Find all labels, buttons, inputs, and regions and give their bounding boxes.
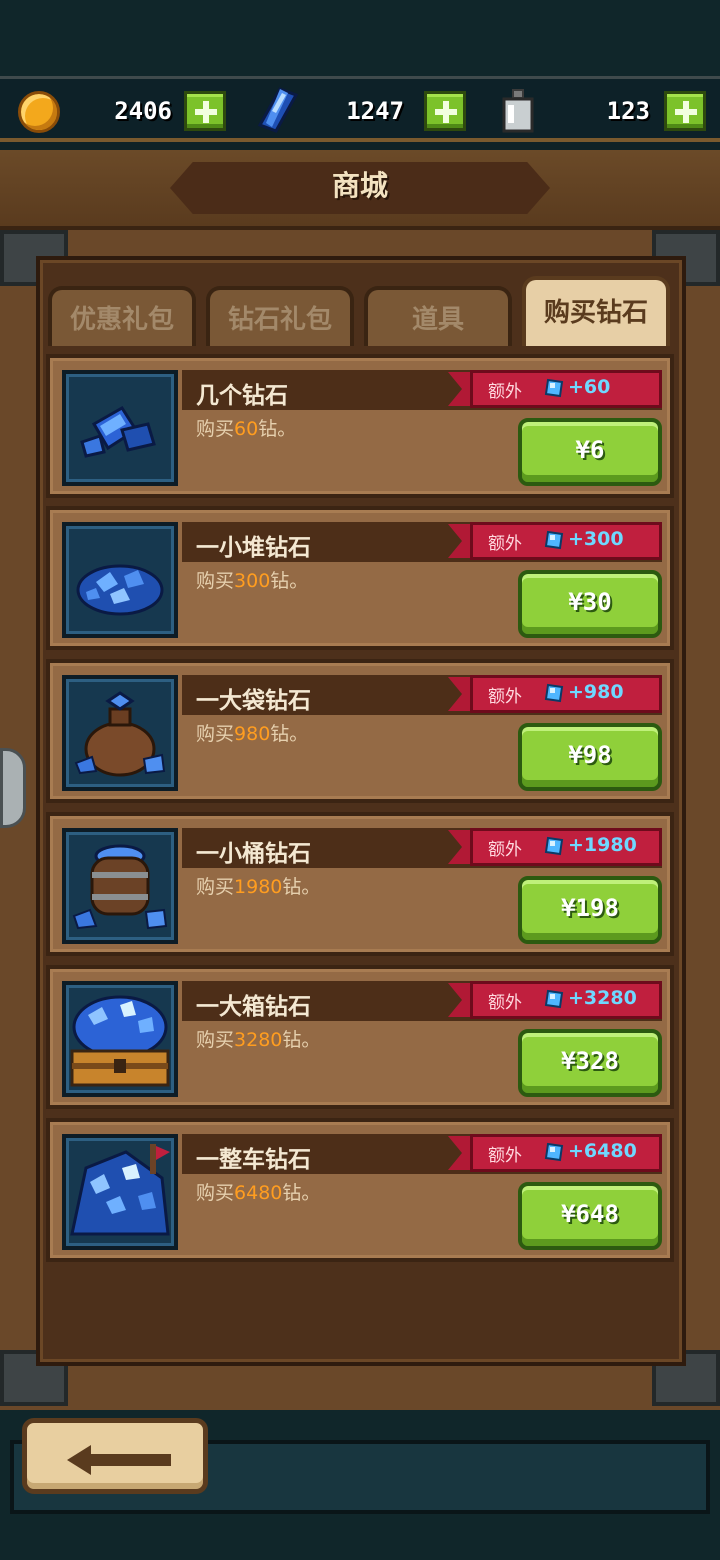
bonus-ribbon: 额外 +300 — [448, 522, 662, 560]
gem-icon — [544, 683, 564, 703]
bonus-value: +980 — [568, 681, 624, 703]
bottom-bar — [0, 1410, 720, 1560]
product-item: 几个钻石 购买60钻。 额外 +60 ¥6 — [46, 354, 674, 498]
gem-icon — [544, 836, 564, 856]
item-description: 购买6480钻。 — [196, 1182, 321, 1204]
bonus-value: +3280 — [568, 987, 637, 1009]
item-amount: 1980 — [234, 876, 283, 898]
buy-button[interactable]: ¥198 — [518, 876, 662, 944]
buy-button[interactable]: ¥30 — [518, 570, 662, 638]
bonus-label: 额外 — [488, 534, 522, 554]
item-amount: 300 — [234, 570, 271, 592]
potion-value: 123 — [606, 97, 650, 125]
gem-icon — [544, 989, 564, 1009]
diamond-pile-icon — [62, 522, 178, 638]
add-potions-button[interactable] — [664, 91, 706, 131]
item-amount: 6480 — [234, 1182, 283, 1204]
bonus-ribbon: 额外 +3280 — [448, 981, 662, 1019]
resource-bar: 2406 1247 123 — [0, 76, 720, 142]
page-title: 商城 — [331, 169, 388, 202]
bonus-value: +6480 — [568, 1140, 637, 1162]
bonus-label: 额外 — [488, 382, 522, 402]
bonus-label: 额外 — [488, 687, 522, 707]
bonus-label: 额外 — [488, 993, 522, 1013]
title-bar: 商城 — [0, 150, 720, 230]
diamond-barrel-icon — [62, 828, 178, 944]
item-description: 购买3280钻。 — [196, 1029, 321, 1051]
product-item: 一整车钻石 购买6480钻。 额外 +6480 ¥648 — [46, 1118, 674, 1262]
bonus-ribbon: 额外 +1980 — [448, 828, 662, 866]
bonus-value: +1980 — [568, 834, 637, 856]
item-description: 购买60钻。 — [196, 418, 297, 440]
buy-button[interactable]: ¥648 — [518, 1182, 662, 1250]
item-name: 一小桶钻石 — [196, 841, 311, 867]
item-name: 一整车钻石 — [196, 1147, 311, 1173]
tab-discount-packs[interactable]: 优惠礼包 — [48, 286, 196, 346]
bonus-ribbon: 额外 +6480 — [448, 1134, 662, 1172]
item-description: 购买980钻。 — [196, 723, 309, 745]
buy-button[interactable]: ¥98 — [518, 723, 662, 791]
buy-button[interactable]: ¥328 — [518, 1029, 662, 1097]
side-decoration — [0, 748, 26, 828]
item-amount: 980 — [234, 723, 271, 745]
product-item: 一大袋钻石 购买980钻。 额外 +980 ¥98 — [46, 659, 674, 803]
back-button[interactable] — [22, 1418, 208, 1494]
bonus-value: +300 — [568, 528, 624, 550]
item-amount: 60 — [234, 418, 259, 440]
top-background — [0, 0, 720, 78]
tab-diamond-packs[interactable]: 钻石礼包 — [206, 286, 354, 346]
bonus-ribbon: 额外 +60 — [448, 370, 662, 408]
item-amount: 3280 — [234, 1029, 283, 1051]
potion-bottle-icon — [502, 89, 534, 133]
potion-counter: 123 — [0, 87, 720, 133]
bonus-label: 额外 — [488, 1146, 522, 1166]
tab-buy-diamonds[interactable]: 购买钻石 — [522, 276, 670, 346]
product-item: 一小堆钻石 购买300钻。 额外 +300 ¥30 — [46, 506, 674, 650]
few-diamonds-icon — [62, 370, 178, 486]
item-description: 购买1980钻。 — [196, 876, 321, 898]
gem-icon — [544, 378, 564, 398]
tab-items[interactable]: 道具 — [364, 286, 512, 346]
item-name: 几个钻石 — [196, 383, 288, 409]
gem-icon — [544, 1142, 564, 1162]
bonus-label: 额外 — [488, 840, 522, 860]
diamond-bag-icon — [62, 675, 178, 791]
item-name: 一大袋钻石 — [196, 688, 311, 714]
item-name: 一小堆钻石 — [196, 535, 311, 561]
product-item: 一大箱钻石 购买3280钻。 额外 +3280 ¥328 — [46, 965, 674, 1109]
item-name: 一大箱钻石 — [196, 994, 311, 1020]
buy-button[interactable]: ¥6 — [518, 418, 662, 486]
bonus-value: +60 — [568, 376, 611, 398]
back-arrow-icon — [67, 1445, 171, 1475]
tab-bar: 优惠礼包 钻石礼包 道具 购买钻石 — [48, 276, 678, 346]
bonus-ribbon: 额外 +980 — [448, 675, 662, 713]
item-description: 购买300钻。 — [196, 570, 309, 592]
diamond-cart-icon — [62, 1134, 178, 1250]
product-item: 一小桶钻石 购买1980钻。 额外 +1980 ¥198 — [46, 812, 674, 956]
gem-icon — [544, 530, 564, 550]
diamond-chest-icon — [62, 981, 178, 1097]
